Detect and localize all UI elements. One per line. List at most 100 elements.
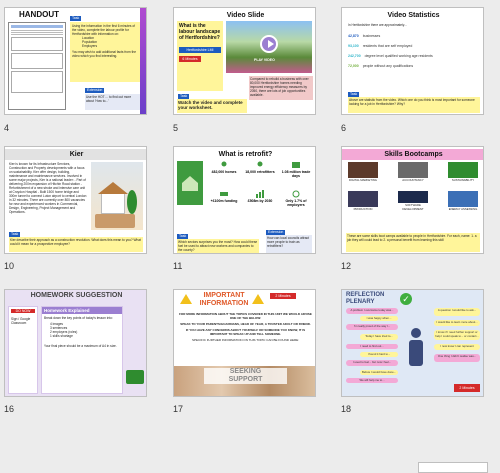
slide-number: 17 <box>173 404 184 414</box>
side-note: Compared to rebuild a business with over… <box>249 76 313 100</box>
slide-number: 4 <box>4 123 10 133</box>
task-box: Which sectors surprises you the most? Ho… <box>177 239 259 253</box>
stat-label: degree level qualified working age resid… <box>364 54 433 58</box>
play-button[interactable] <box>260 35 278 53</box>
video-thumbnail[interactable]: PLAY VIDEO <box>226 21 312 73</box>
house-illustration <box>91 162 143 230</box>
slide-sorter-grid: HANDOUT Task Using the information in th… <box>0 0 500 473</box>
question-text: What is the labour landscape of Hertford… <box>179 23 221 41</box>
reflection-prompt: Today I have tried to... <box>360 334 398 340</box>
stat-label: businesses <box>362 34 381 38</box>
homework-item: 1 skills shortage <box>50 334 73 338</box>
slide-title: What is retrofit? <box>174 149 315 160</box>
stat-cell: 482,000 homes <box>206 161 242 189</box>
skill-tile-accountancy: ACCOUNTANCY <box>398 162 428 182</box>
skill-label: DIGITAL MARKETING <box>348 178 378 182</box>
stat-label: residents that are self employed <box>362 44 413 48</box>
check-icon: ✓ <box>400 293 412 305</box>
extension-text: How can local councils attract more peop… <box>267 236 309 248</box>
reflection-prompt: A problem I overcame today was... <box>346 308 398 314</box>
slide-title: Skills Bootcamps <box>342 149 483 160</box>
stats-list: 42,870 businesses 93,100 residents that … <box>348 31 478 71</box>
do-now-panel: DO NOW Sign / Google Classroom <box>8 306 38 394</box>
play-video-label: PLAY VIDEO <box>254 58 275 62</box>
skill-tile-software-development: SOFTWARE DEVELOPMENT <box>398 191 428 211</box>
stat-value: 93,100 <box>348 44 359 48</box>
stat-cell: 1.08 million trade days <box>278 161 314 189</box>
stat-value: £508m by 2030 <box>247 199 273 203</box>
reflection-prompt: I know if I need further support or help… <box>434 330 480 340</box>
title-line: INFORMATION <box>199 300 249 307</box>
panel-text: Break down the key points of today's les… <box>44 316 113 320</box>
laptop-illustration <box>126 370 144 384</box>
slide-title: Kier <box>5 149 146 160</box>
slide-number: 10 <box>4 261 15 271</box>
footer-text: These are some skills boot camps availab… <box>346 233 480 252</box>
warning-icon-left <box>180 294 192 304</box>
next-row-thumbnail-peek[interactable] <box>418 462 488 473</box>
seeking-support-title: SEEKING SUPPORT <box>204 368 287 384</box>
slide-number: 11 <box>173 261 183 271</box>
timer-badge: 2 Minutes <box>270 293 296 299</box>
stat-label: people without any qualifications <box>362 64 414 68</box>
task-text: Which sectors surprises you the most? Ho… <box>178 240 258 252</box>
slide-thumbnail-4[interactable]: HANDOUT Task Using the information in th… <box>4 7 147 115</box>
slide-thumbnail-12[interactable]: Skills Bootcamps DIGITAL MARKETING ACCOU… <box>341 146 484 254</box>
slide-number: 18 <box>341 404 352 414</box>
video-title-badge: Hertfordshire LMI <box>179 47 221 53</box>
slide-accent-strip <box>140 8 146 114</box>
stat-value: 482,000 homes <box>211 170 237 174</box>
stat-value: 72,000 <box>348 64 359 68</box>
calendar-icon <box>292 162 300 168</box>
title-line: SUPPORT <box>228 376 263 383</box>
chart-icon <box>256 190 264 198</box>
slide-thumbnail-6[interactable]: Video Statistics In Hertfordshire there … <box>341 7 484 115</box>
slide-thumbnail-11[interactable]: What is retrofit? 482,000 homes 18,000 r… <box>173 146 316 254</box>
reflection-prompt: I was happy when... <box>360 316 398 321</box>
thinking-figure <box>406 328 426 368</box>
slide-number: 6 <box>341 123 347 133</box>
stat-cell: 18,000 retrofitters <box>242 161 278 189</box>
extension-label: Extension <box>85 88 105 93</box>
homework-title: HOMEWORK SUGGESTION <box>30 292 123 299</box>
homework-panel: Homework Explained Break down the key po… <box>41 306 123 394</box>
skill-tile-production: PRODUCTION <box>348 191 378 211</box>
slide-number: 12 <box>341 261 352 271</box>
slide-thumbnail-16[interactable]: HOMEWORK SUGGESTION DO NOW Sign / Google… <box>4 289 147 397</box>
reflection-prompt: Before I would have done... <box>360 370 398 375</box>
info-body: FOR MORE INFORMATION ABOUT THE TOPICS CO… <box>179 312 312 342</box>
skill-tile-digital-marketing: DIGITAL MARKETING <box>348 162 378 182</box>
slide-number: 5 <box>173 123 179 133</box>
stat-value: 18,000 retrofitters <box>245 170 275 174</box>
slide-thumbnail-17[interactable]: IMPORTANT INFORMATION 2 Minutes FOR MORE… <box>173 289 316 397</box>
stat-row: 42,870 businesses <box>348 31 478 41</box>
task-text: Above are statistic from the video. Whic… <box>349 98 475 106</box>
slide-title: Video Statistics <box>342 10 483 21</box>
minutes-badge: 6 Minutes <box>179 56 201 62</box>
play-icon <box>268 40 274 48</box>
title-line: PLENARY <box>346 299 375 305</box>
stat-value: Only 1.7% of employers <box>285 199 307 207</box>
extra-text: You may wish to add additional facts fro… <box>72 50 137 58</box>
slide-thumbnail-5[interactable]: Video Slide What is the labour landscape… <box>173 7 316 115</box>
task-label: Task <box>70 16 82 21</box>
stat-row: 242,700 degree level qualified working a… <box>348 51 478 61</box>
reflection-prompt: A question I would like to ask... <box>434 308 480 316</box>
task-item: Employers <box>82 44 98 48</box>
panel-footer: Your final piece should be a maximum of … <box>44 344 117 348</box>
extension-box: How can local councils attract more peop… <box>266 235 312 253</box>
title-line: IMPORTANT <box>203 292 245 299</box>
task-box: Kier describe their approach as a constr… <box>9 237 143 252</box>
skill-tile-energy-assessing: ENERGY ASSESSING <box>448 191 478 211</box>
stats-grid: 482,000 homes 18,000 retrofitters 1.08 m… <box>206 161 314 219</box>
slide-thumbnail-10[interactable]: Kier Kier is known for its Infrastructur… <box>4 146 147 254</box>
skill-label: ENERGY ASSESSING <box>448 207 478 211</box>
stat-value: 1.08 million trade days <box>281 170 311 178</box>
question-box: What is the labour landscape of Hertford… <box>177 21 223 91</box>
do-now-text: Sign / Google Classroom <box>11 317 31 325</box>
task-text: Watch the video and complete your worksh… <box>178 100 243 110</box>
do-now-label: DO NOW <box>11 309 35 313</box>
body-line: SPEAK TO YOUR PARENTS/GUARDIANS, HEAD OF… <box>180 322 311 326</box>
slide-thumbnail-18[interactable]: REFLECTION PLENARY ✓ A problem I overcam… <box>341 289 484 397</box>
worker-icon <box>257 161 263 167</box>
